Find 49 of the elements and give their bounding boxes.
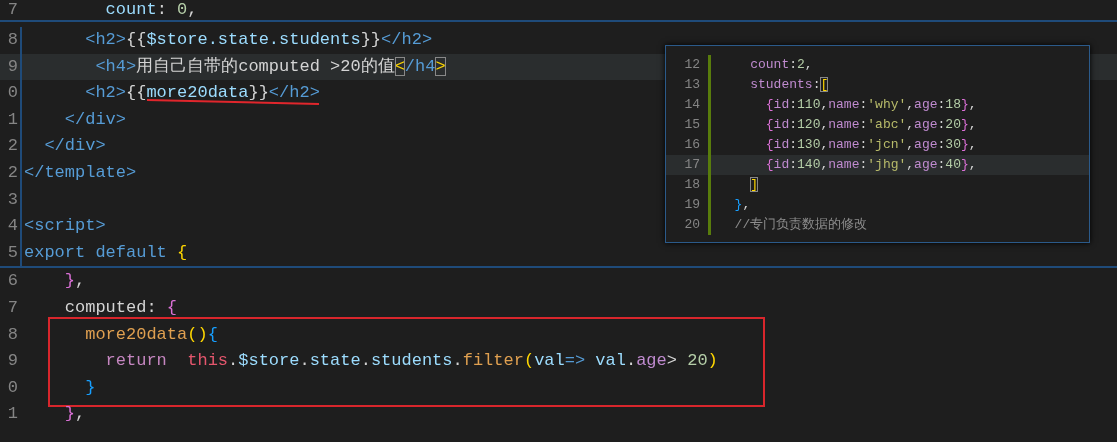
code-line: students:[	[750, 77, 829, 92]
code-line: <h4>用自己自带的computed >20的值</h4>	[95, 56, 446, 76]
line-number: 13	[683, 76, 700, 94]
code-line: </template>	[24, 162, 137, 182]
line-number: 20	[683, 216, 700, 234]
code-line: ]	[750, 177, 758, 192]
code-line: more20data(){	[85, 324, 218, 344]
line-number: 7	[6, 0, 19, 20]
line-number: 3	[6, 188, 19, 211]
code-line: },	[64, 271, 86, 291]
code-line: //专门负责数据的修改	[734, 217, 868, 232]
code-line: {id:130,name:'jcn',age:30},	[765, 137, 977, 152]
line-number: 8	[6, 29, 19, 51]
line-number: 4	[6, 215, 19, 238]
line-number: 17	[683, 156, 700, 174]
code-line: export default {	[24, 242, 188, 262]
line-number: 16	[683, 136, 700, 154]
code-line: <h2>{{more20data}}</h2>	[85, 83, 320, 103]
line-number: 14	[683, 96, 700, 114]
code-line: <h2>{{$store.state.students}}</h2>	[85, 30, 433, 49]
code-line: </div>	[44, 136, 106, 156]
code-line: computed: {	[64, 297, 178, 317]
code-line: <script>	[24, 216, 106, 236]
line-number: 9	[6, 350, 19, 373]
code-line: </div>	[64, 109, 126, 129]
line-number: 15	[683, 116, 700, 134]
line-number: 19	[683, 196, 700, 214]
line-number: 0	[6, 376, 19, 399]
line-number: 0	[6, 82, 19, 105]
line-number: 2	[6, 135, 19, 158]
code-line: {id:140,name:'jhg',age:40},	[765, 157, 977, 172]
code-line: },	[64, 404, 86, 424]
line-number: 7	[6, 296, 19, 319]
code-line: }	[85, 377, 96, 397]
line-number: 2	[6, 161, 19, 184]
code-line: {id:110,name:'why',age:18},	[765, 97, 977, 112]
code-line: count: 0,	[105, 0, 198, 19]
line-number: 18	[683, 176, 700, 194]
line-number: 6	[6, 270, 19, 293]
line-number: 5	[6, 241, 19, 264]
code-line: {id:120,name:'abc',age:20},	[765, 117, 977, 132]
line-number: 8	[6, 323, 19, 346]
line-number: 9	[6, 55, 19, 78]
line-number: 1	[6, 403, 19, 426]
code-line: },	[734, 197, 751, 212]
line-number: 1	[6, 108, 19, 131]
code-line: count:2,	[750, 57, 813, 72]
code-line: return this.$store.state.students.filter(val=> val.age> 20)	[105, 351, 718, 371]
line-number: 12	[683, 56, 700, 74]
